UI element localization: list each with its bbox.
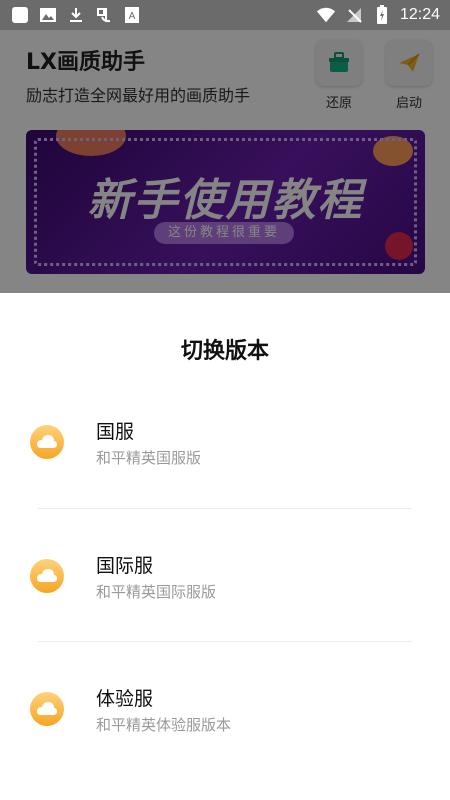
cloud-icon: [30, 425, 64, 459]
wifi-icon: [316, 5, 336, 25]
download-icon: [66, 5, 86, 25]
no-signal-icon: [344, 5, 364, 25]
option-subtitle: 和平精英国服版: [96, 449, 202, 467]
version-switch-sheet: 切换版本 国服 和平精英国服版 国际服 和平精英国际服版 体验服 和平精英体验服…: [0, 293, 450, 800]
font-icon: A: [122, 5, 142, 25]
square-icon: [10, 5, 30, 25]
cloud-icon: [30, 559, 64, 593]
option-cn-server[interactable]: 国服 和平精英国服版: [0, 421, 450, 558]
battery-charging-icon: [372, 5, 392, 25]
option-subtitle: 和平精英体验服版本: [96, 716, 232, 734]
option-beta-server[interactable]: 体验服 和平精英体验服版本: [0, 688, 450, 800]
status-time: 12:24: [399, 6, 440, 23]
status-bar: A 12:24: [0, 0, 450, 30]
image-icon: [38, 5, 58, 25]
divider: [38, 641, 412, 642]
cloud-icon: [30, 692, 64, 726]
svg-text:A: A: [129, 11, 136, 22]
option-title: 国服: [96, 421, 135, 443]
option-subtitle: 和平精英国际服版: [96, 583, 217, 601]
app-icon: [94, 5, 114, 25]
option-title: 体验服: [96, 688, 154, 710]
sheet-title: 切换版本: [180, 339, 269, 364]
option-intl-server[interactable]: 国际服 和平精英国际服版: [0, 555, 450, 692]
divider: [38, 508, 412, 509]
option-title: 国际服: [96, 555, 154, 577]
